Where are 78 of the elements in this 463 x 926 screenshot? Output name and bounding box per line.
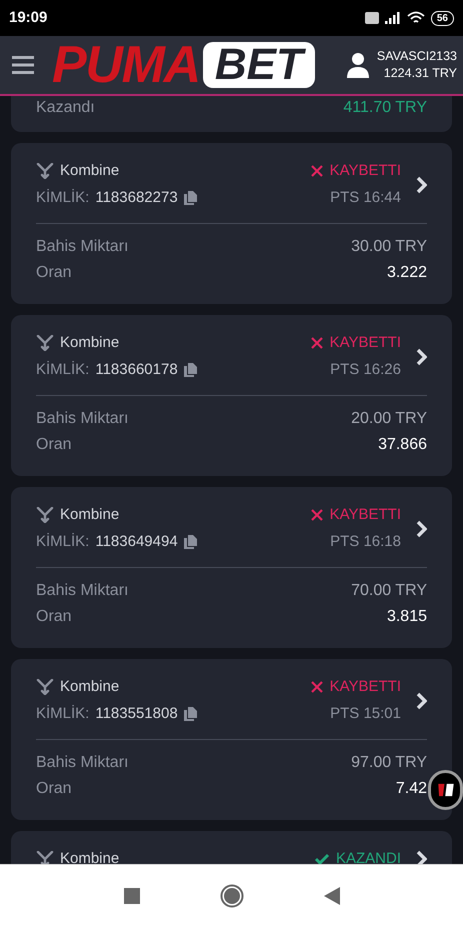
fork-icon bbox=[36, 507, 54, 524]
username: SAVASCI2133 bbox=[376, 48, 457, 65]
cross-icon bbox=[310, 336, 324, 350]
bet-time: PTS 16:18 bbox=[330, 532, 401, 552]
support-badge[interactable] bbox=[428, 770, 463, 810]
bet-id: 1183551808 bbox=[95, 704, 178, 724]
bet-card[interactable]: Kombine KİMLİK: 1183551808 KAYBETTI PTS 15:01 Bahis Miktarı 97.00 TRY Oran 7.42 bbox=[11, 659, 452, 820]
status-text: KAYBETTI bbox=[330, 161, 401, 181]
bet-id: 1183649494 bbox=[95, 532, 178, 552]
menu-icon[interactable] bbox=[12, 55, 34, 75]
bet-card[interactable]: Kazandı 411.70 TRY bbox=[11, 96, 452, 132]
status-text: KAYBETTI bbox=[330, 505, 401, 525]
copy-icon[interactable] bbox=[184, 362, 197, 377]
stake-label: Bahis Miktarı bbox=[36, 581, 128, 601]
bet-time: PTS 15:01 bbox=[330, 704, 401, 724]
status-text: KAYBETTI bbox=[330, 333, 401, 353]
result-amount: 411.70 TRY bbox=[343, 98, 427, 118]
odds-label: Oran bbox=[36, 779, 72, 799]
copy-icon[interactable] bbox=[184, 534, 197, 549]
clock: 19:09 bbox=[9, 8, 48, 28]
bet-id: 1183660178 bbox=[95, 360, 178, 380]
bet-type: Kombine bbox=[60, 505, 120, 525]
stake-label: Bahis Miktarı bbox=[36, 753, 128, 773]
fork-icon bbox=[36, 851, 54, 864]
bet-type: Kombine bbox=[60, 849, 120, 864]
cross-icon bbox=[310, 164, 324, 178]
fork-icon bbox=[36, 163, 54, 180]
home-icon[interactable] bbox=[220, 884, 244, 908]
odds-label: Oran bbox=[36, 263, 72, 283]
stake-amount: 20.00 TRY bbox=[351, 409, 427, 429]
bet-type: Kombine bbox=[60, 161, 120, 181]
bet-type: Kombine bbox=[60, 677, 120, 697]
bet-time: PTS 16:26 bbox=[330, 360, 401, 380]
odds-value: 3.815 bbox=[386, 607, 427, 627]
recents-icon[interactable] bbox=[124, 888, 140, 904]
bet-time: PTS 16:44 bbox=[330, 188, 401, 208]
odds-label: Oran bbox=[36, 607, 72, 627]
copy-icon[interactable] bbox=[184, 190, 197, 205]
chevron-right-icon[interactable] bbox=[415, 692, 427, 710]
chevron-right-icon[interactable] bbox=[415, 176, 427, 194]
fork-icon bbox=[36, 335, 54, 352]
chevron-right-icon[interactable] bbox=[415, 850, 427, 864]
status-text: KAYBETTI bbox=[330, 677, 401, 697]
bet-id: 1183682273 bbox=[95, 188, 178, 208]
stake-label: Bahis Miktarı bbox=[36, 237, 128, 257]
stake-label: Bahis Miktarı bbox=[36, 409, 128, 429]
bet-card[interactable]: Kombine KİMLİK: 1183682273 KAYBETTI PTS 16:44 Bahis Miktarı 30.00 TRY Oran 3.222 bbox=[11, 143, 452, 304]
odds-value: 3.222 bbox=[386, 263, 427, 283]
bet-type: Kombine bbox=[60, 333, 120, 353]
copy-icon[interactable] bbox=[184, 706, 197, 721]
cross-icon bbox=[310, 680, 324, 694]
stake-amount: 97.00 TRY bbox=[351, 753, 427, 773]
bet-card[interactable]: Kombine KAZANDI bbox=[11, 831, 452, 864]
id-label: KİMLİK: bbox=[36, 360, 90, 380]
logo-badge[interactable]: BET bbox=[202, 42, 315, 88]
chevron-right-icon[interactable] bbox=[415, 348, 427, 366]
bet-card[interactable]: Kombine KİMLİK: 1183660178 KAYBETTI PTS 16:26 Bahis Miktarı 20.00 TRY Oran 37.866 bbox=[11, 315, 452, 476]
bet-card[interactable]: Kombine KİMLİK: 1183649494 KAYBETTI PTS 16:18 Bahis Miktarı 70.00 TRY Oran 3.815 bbox=[11, 487, 452, 648]
chevron-right-icon[interactable] bbox=[415, 520, 427, 538]
fork-icon bbox=[36, 679, 54, 696]
user-icon[interactable] bbox=[346, 52, 369, 78]
id-label: KİMLİK: bbox=[36, 188, 90, 208]
id-label: KİMLİK: bbox=[36, 704, 90, 724]
stake-amount: 70.00 TRY bbox=[351, 581, 427, 601]
odds-value: 7.42 bbox=[396, 779, 427, 799]
status-text: KAZANDI bbox=[336, 849, 401, 864]
result-label: Kazandı bbox=[36, 98, 95, 118]
cross-icon bbox=[310, 508, 324, 522]
signal-icon bbox=[384, 12, 401, 24]
battery-indicator: 56 bbox=[430, 10, 454, 26]
odds-label: Oran bbox=[36, 435, 72, 455]
id-label: KİMLİK: bbox=[36, 532, 90, 552]
balance: 1224.31 TRY bbox=[384, 65, 457, 82]
back-icon[interactable] bbox=[324, 886, 340, 904]
stake-amount: 30.00 TRY bbox=[351, 237, 427, 257]
check-icon bbox=[314, 852, 330, 864]
odds-value: 37.866 bbox=[378, 435, 427, 455]
wifi-icon bbox=[406, 11, 425, 25]
